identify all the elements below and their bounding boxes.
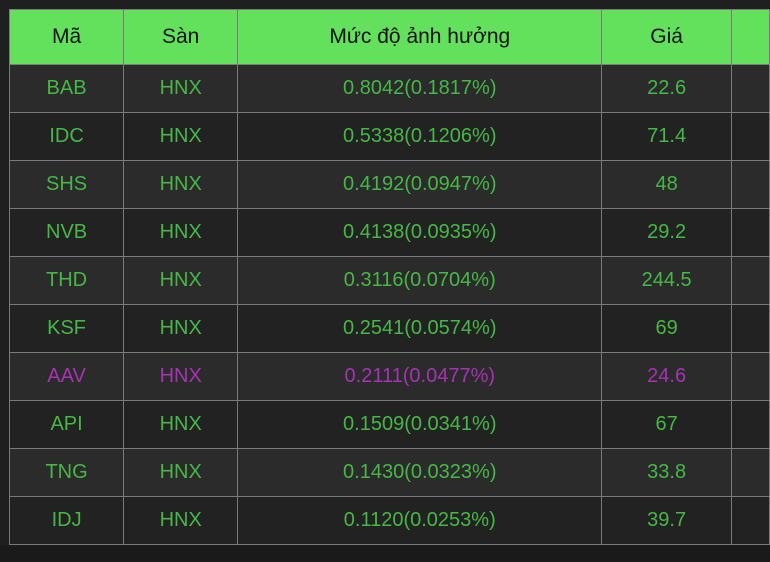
cell-gia: 67 <box>601 400 732 449</box>
cell-muc: 0.2111(0.0477%) <box>237 352 603 401</box>
cell-ma: AAV <box>8 352 125 401</box>
cell-muc: 0.3116(0.0704%) <box>237 256 603 305</box>
cell-gia: 69 <box>601 304 732 353</box>
cell-extra <box>731 304 770 353</box>
cell-extra <box>731 112 770 161</box>
cell-ma: NVB <box>8 208 125 257</box>
cell-extra <box>731 400 770 449</box>
cell-ma: TNG <box>8 448 125 497</box>
cell-extra <box>731 256 770 305</box>
cell-extra <box>731 208 770 257</box>
table-row[interactable]: THD HNX 0.3116(0.0704%) 244.5 <box>8 256 770 305</box>
table-row[interactable]: TNG HNX 0.1430(0.0323%) 33.8 <box>8 448 770 497</box>
cell-ma: KSF <box>8 304 125 353</box>
cell-extra <box>731 160 770 209</box>
cell-gia: 244.5 <box>601 256 732 305</box>
column-header-ma[interactable]: Mã <box>8 9 125 65</box>
cell-ma: THD <box>8 256 125 305</box>
cell-muc: 0.1509(0.0341%) <box>237 400 603 449</box>
cell-san: HNX <box>123 304 239 353</box>
cell-muc: 0.4138(0.0935%) <box>237 208 603 257</box>
cell-san: HNX <box>123 208 239 257</box>
column-header-extra[interactable] <box>731 9 770 65</box>
table-row[interactable]: IDC HNX 0.5338(0.1206%) 71.4 <box>8 112 770 161</box>
cell-san: HNX <box>123 160 239 209</box>
cell-san: HNX <box>123 400 239 449</box>
cell-ma: SHS <box>8 160 125 209</box>
cell-ma: IDC <box>8 112 125 161</box>
table-row[interactable]: AAV HNX 0.2111(0.0477%) 24.6 <box>8 352 770 401</box>
cell-san: HNX <box>123 112 239 161</box>
cell-san: HNX <box>123 352 239 401</box>
cell-san: HNX <box>123 256 239 305</box>
stock-impact-panel: Mã Sàn Mức độ ảnh hưởng Giá BAB HNX 0.8042… <box>0 0 770 562</box>
table-row[interactable]: SHS HNX 0.4192(0.0947%) 48 <box>8 160 770 209</box>
cell-extra <box>731 64 770 113</box>
table-row[interactable]: IDJ HNX 0.1120(0.0253%) 39.7 <box>8 496 770 545</box>
cell-gia: 29.2 <box>601 208 732 257</box>
table-row[interactable]: API HNX 0.1509(0.0341%) 67 <box>8 400 770 449</box>
column-header-muc-do-anh-huong[interactable]: Mức độ ảnh hưởng <box>237 9 603 65</box>
cell-extra <box>731 352 770 401</box>
table-row[interactable]: BAB HNX 0.8042(0.1817%) 22.6 <box>8 64 770 113</box>
cell-gia: 39.7 <box>601 496 732 545</box>
cell-ma: IDJ <box>8 496 125 545</box>
cell-muc: 0.1430(0.0323%) <box>237 448 603 497</box>
table-body: BAB HNX 0.8042(0.1817%) 22.6 IDC HNX 0.5338(0.… <box>8 64 770 545</box>
cell-gia: 22.6 <box>601 64 732 113</box>
bottom-bar <box>0 545 770 562</box>
cell-gia: 33.8 <box>601 448 732 497</box>
cell-gia: 71.4 <box>601 112 732 161</box>
cell-muc: 0.5338(0.1206%) <box>237 112 603 161</box>
table-header-row: Mã Sàn Mức độ ảnh hưởng Giá <box>8 9 770 65</box>
column-header-san[interactable]: Sàn <box>123 9 239 65</box>
cell-muc: 0.1120(0.0253%) <box>237 496 603 545</box>
cell-san: HNX <box>123 64 239 113</box>
cell-ma: API <box>8 400 125 449</box>
cell-san: HNX <box>123 496 239 545</box>
cell-muc: 0.2541(0.0574%) <box>237 304 603 353</box>
cell-ma: BAB <box>8 64 125 113</box>
cell-muc: 0.4192(0.0947%) <box>237 160 603 209</box>
cell-san: HNX <box>123 448 239 497</box>
column-header-gia[interactable]: Giá <box>601 9 732 65</box>
cell-gia: 24.6 <box>601 352 732 401</box>
cell-extra <box>731 448 770 497</box>
cell-extra <box>731 496 770 545</box>
cell-gia: 48 <box>601 160 732 209</box>
cell-muc: 0.8042(0.1817%) <box>237 64 603 113</box>
table-row[interactable]: KSF HNX 0.2541(0.0574%) 69 <box>8 304 770 353</box>
table-row[interactable]: NVB HNX 0.4138(0.0935%) 29.2 <box>8 208 770 257</box>
stock-impact-table: Mã Sàn Mức độ ảnh hưởng Giá BAB HNX 0.8042… <box>8 9 770 545</box>
